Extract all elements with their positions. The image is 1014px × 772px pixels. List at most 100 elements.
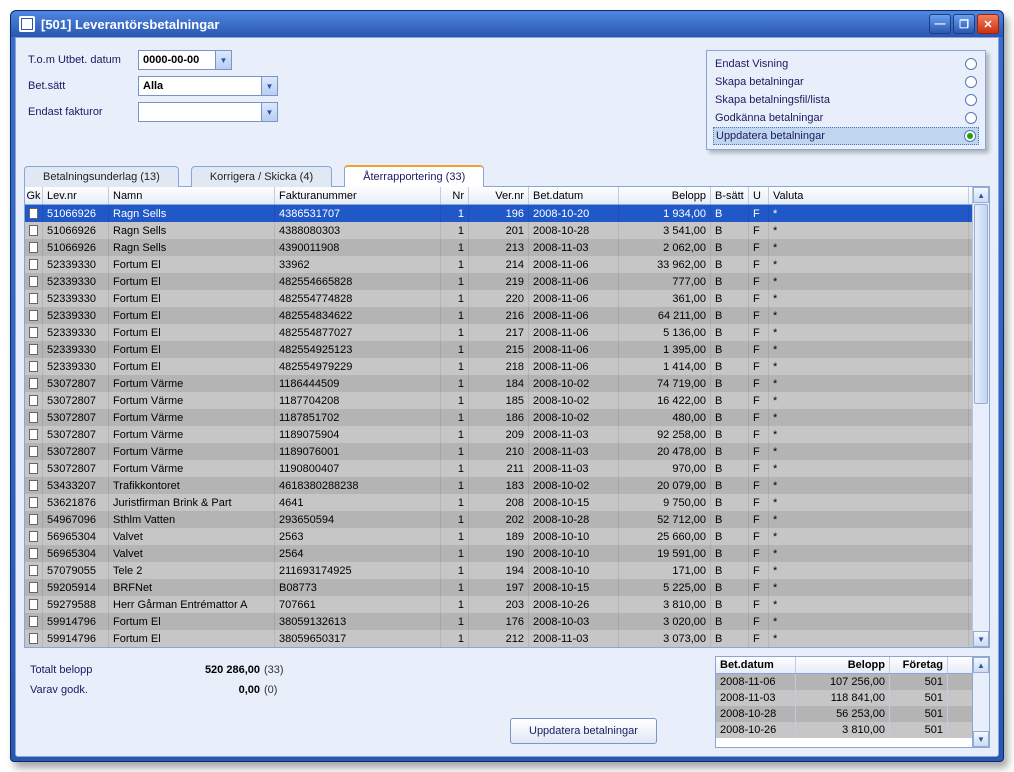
col-ver[interactable]: Ver.nr	[469, 187, 529, 204]
row-checkbox[interactable]	[25, 222, 43, 239]
row-checkbox[interactable]	[25, 511, 43, 528]
table-row[interactable]: 59914796 Fortum El 38059132613 1 176 200…	[25, 613, 972, 630]
scroll-down-icon[interactable]: ▼	[973, 731, 989, 747]
table-row[interactable]: 51066926 Ragn Sells 4388080303 1 201 200…	[25, 222, 972, 239]
option-1[interactable]: Skapa betalningar	[715, 73, 977, 91]
row-checkbox[interactable]	[25, 630, 43, 647]
table-row[interactable]: 54967096 Sthlm Vatten 293650594 1 202 20…	[25, 511, 972, 528]
row-checkbox[interactable]	[25, 290, 43, 307]
minimize-button[interactable]: —	[929, 14, 951, 34]
row-checkbox[interactable]	[25, 324, 43, 341]
summary-scrollbar[interactable]: ▲ ▼	[973, 656, 990, 748]
row-checkbox[interactable]	[25, 528, 43, 545]
invoices-select[interactable]: ▼	[138, 102, 278, 122]
summary-row[interactable]: 2008-10-26 3 810,00 501	[716, 722, 972, 738]
table-row[interactable]: 59279588 Herr Gårman Entrémattor A 70766…	[25, 596, 972, 613]
row-checkbox[interactable]	[25, 579, 43, 596]
radio-icon[interactable]	[965, 94, 977, 106]
table-row[interactable]: 56965304 Valvet 2563 1 189 2008-10-10 25…	[25, 528, 972, 545]
table-row[interactable]: 53072807 Fortum Värme 1186444509 1 184 2…	[25, 375, 972, 392]
table-row[interactable]: 51066926 Ragn Sells 4390011908 1 213 200…	[25, 239, 972, 256]
close-button[interactable]: ✕	[977, 14, 999, 34]
radio-icon[interactable]	[964, 130, 976, 142]
col-nr[interactable]: Nr	[441, 187, 469, 204]
row-checkbox[interactable]	[25, 205, 43, 222]
tab-2[interactable]: Återrapportering (33)	[344, 165, 484, 187]
row-checkbox[interactable]	[25, 392, 43, 409]
table-row[interactable]: 53072807 Fortum Värme 1187851702 1 186 2…	[25, 409, 972, 426]
col-lev[interactable]: Lev.nr	[43, 187, 109, 204]
row-checkbox[interactable]	[25, 494, 43, 511]
table-row[interactable]: 52339330 Fortum El 482554665828 1 219 20…	[25, 273, 972, 290]
summary-row[interactable]: 2008-10-28 56 253,00 501	[716, 706, 972, 722]
row-checkbox[interactable]	[25, 341, 43, 358]
summary-col-date[interactable]: Bet.datum	[716, 657, 796, 673]
table-row[interactable]: 52339330 Fortum El 33962 1 214 2008-11-0…	[25, 256, 972, 273]
radio-icon[interactable]	[965, 112, 977, 124]
col-valuta[interactable]: Valuta	[769, 187, 969, 204]
row-checkbox[interactable]	[25, 596, 43, 613]
scroll-up-icon[interactable]: ▲	[973, 187, 989, 203]
table-row[interactable]: 56965304 Valvet 2564 1 190 2008-10-10 19…	[25, 545, 972, 562]
row-checkbox[interactable]	[25, 562, 43, 579]
col-dat[interactable]: Bet.datum	[529, 187, 619, 204]
option-4[interactable]: Uppdatera betalningar	[713, 127, 979, 145]
table-row[interactable]: 57079055 Tele 2 211693174925 1 194 2008-…	[25, 562, 972, 579]
grid-scrollbar[interactable]: ▲ ▼	[972, 187, 989, 647]
col-fak[interactable]: Fakturanummer	[275, 187, 441, 204]
row-checkbox[interactable]	[25, 273, 43, 290]
table-row[interactable]: 51066926 Ragn Sells 4386531707 1 196 200…	[25, 205, 972, 222]
summary-row[interactable]: 2008-11-06 107 256,00 501	[716, 674, 972, 690]
method-select[interactable]: Alla ▼	[138, 76, 278, 96]
tab-1[interactable]: Korrigera / Skicka (4)	[191, 166, 332, 187]
table-row[interactable]: 53072807 Fortum Värme 1189076001 1 210 2…	[25, 443, 972, 460]
table-row[interactable]: 59914796 Fortum El 38059650317 1 212 200…	[25, 630, 972, 647]
col-bsatt[interactable]: B-sätt	[711, 187, 749, 204]
table-row[interactable]: 53433207 Trafikkontoret 4618380288238 1 …	[25, 477, 972, 494]
summary-row[interactable]: 2008-11-03 118 841,00 501	[716, 690, 972, 706]
option-0[interactable]: Endast Visning	[715, 55, 977, 73]
row-checkbox[interactable]	[25, 545, 43, 562]
scroll-up-icon[interactable]: ▲	[973, 657, 989, 673]
chevron-down-icon[interactable]: ▼	[215, 51, 231, 69]
table-row[interactable]: 52339330 Fortum El 482554834622 1 216 20…	[25, 307, 972, 324]
update-payments-button[interactable]: Uppdatera betalningar	[510, 718, 657, 744]
row-checkbox[interactable]	[25, 307, 43, 324]
table-row[interactable]: 52339330 Fortum El 482554774828 1 220 20…	[25, 290, 972, 307]
scroll-thumb[interactable]	[974, 204, 988, 404]
row-checkbox[interactable]	[25, 613, 43, 630]
col-bel[interactable]: Belopp	[619, 187, 711, 204]
col-gk[interactable]: Gk	[25, 187, 43, 204]
row-checkbox[interactable]	[25, 443, 43, 460]
chevron-down-icon[interactable]: ▼	[261, 77, 277, 95]
table-row[interactable]: 59205914 BRFNet B08773 1 197 2008-10-15 …	[25, 579, 972, 596]
col-u[interactable]: U	[749, 187, 769, 204]
table-row[interactable]: 52339330 Fortum El 482554877027 1 217 20…	[25, 324, 972, 341]
table-row[interactable]: 53072807 Fortum Värme 1189075904 1 209 2…	[25, 426, 972, 443]
row-checkbox[interactable]	[25, 358, 43, 375]
title-bar[interactable]: [501] Leverantörsbetalningar — ❐ ✕	[11, 11, 1003, 37]
table-row[interactable]: 52339330 Fortum El 482554979229 1 218 20…	[25, 358, 972, 375]
row-checkbox[interactable]	[25, 375, 43, 392]
summary-col-amount[interactable]: Belopp	[796, 657, 890, 673]
row-checkbox[interactable]	[25, 256, 43, 273]
option-2[interactable]: Skapa betalningsfil/lista	[715, 91, 977, 109]
radio-icon[interactable]	[965, 58, 977, 70]
row-checkbox[interactable]	[25, 460, 43, 477]
row-checkbox[interactable]	[25, 426, 43, 443]
table-row[interactable]: 53621876 Juristfirman Brink & Part 4641 …	[25, 494, 972, 511]
option-3[interactable]: Godkänna betalningar	[715, 109, 977, 127]
radio-icon[interactable]	[965, 76, 977, 88]
tab-0[interactable]: Betalningsunderlag (13)	[24, 166, 179, 187]
row-checkbox[interactable]	[25, 239, 43, 256]
scroll-down-icon[interactable]: ▼	[973, 631, 989, 647]
row-checkbox[interactable]	[25, 477, 43, 494]
date-input[interactable]: 0000-00-00 ▼	[138, 50, 232, 70]
row-checkbox[interactable]	[25, 409, 43, 426]
maximize-button[interactable]: ❐	[953, 14, 975, 34]
table-row[interactable]: 53072807 Fortum Värme 1187704208 1 185 2…	[25, 392, 972, 409]
summary-col-company[interactable]: Företag	[890, 657, 948, 673]
col-namn[interactable]: Namn	[109, 187, 275, 204]
table-row[interactable]: 53072807 Fortum Värme 1190800407 1 211 2…	[25, 460, 972, 477]
table-row[interactable]: 52339330 Fortum El 482554925123 1 215 20…	[25, 341, 972, 358]
